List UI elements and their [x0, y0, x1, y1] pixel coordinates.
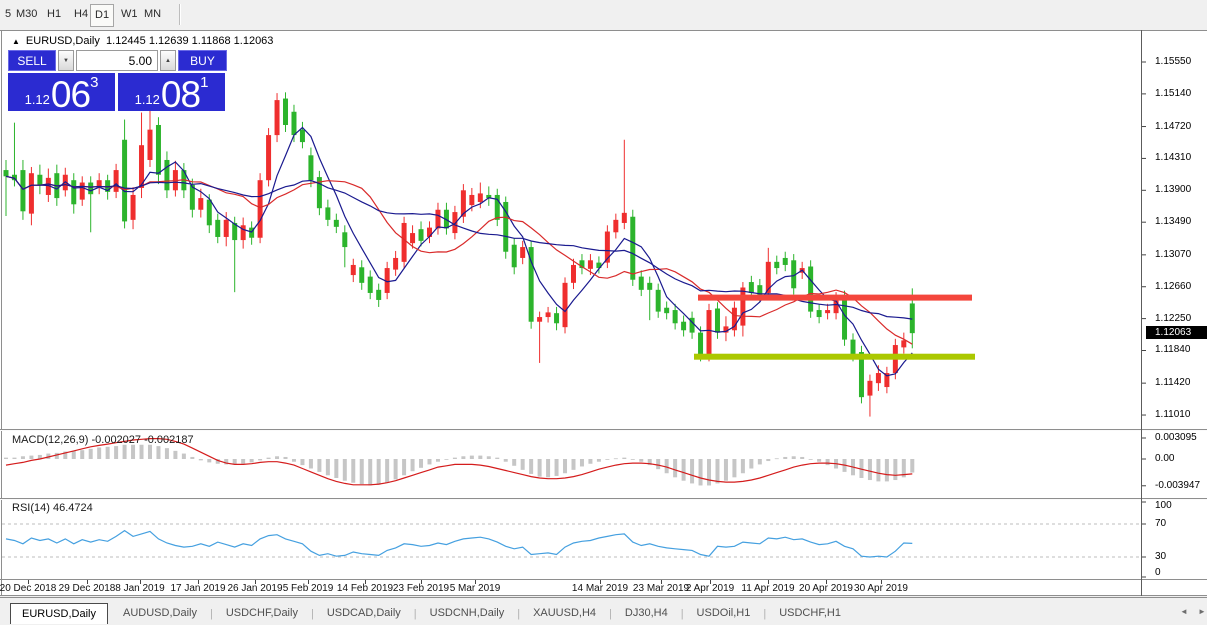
chevron-down-icon: ▼	[63, 58, 69, 64]
sell-price-big: 06	[51, 78, 90, 111]
buy-price-small: 1.12	[135, 92, 160, 107]
price-axis-label: 1.11010	[1155, 409, 1190, 420]
sell-price-small: 1.12	[25, 92, 50, 107]
one-click-trading-panel: SELL ▼ ▲ BUY 1.12063 1.12081	[8, 50, 227, 113]
price-axis-label: 1.15550	[1155, 56, 1191, 67]
date-axis-label: 23 Mar 2019	[633, 583, 689, 594]
ohlc-values: 1.12445 1.12639 1.11868 1.12063	[106, 35, 273, 47]
chart-tab-active[interactable]: EURUSD,Daily	[10, 603, 108, 624]
chart-tab-dj30-h4[interactable]: DJ30,H4	[612, 603, 681, 624]
sell-button[interactable]: SELL	[8, 50, 56, 71]
tab-scroll-left-icon[interactable]: ◄	[1180, 607, 1188, 616]
chart-tab-xauusd-h4[interactable]: XAUUSD,H4	[520, 603, 609, 624]
price-axis-label: 1.12660	[1155, 281, 1191, 292]
date-axis-label: 23 Feb 2019	[393, 583, 449, 594]
buy-price-sup: 1	[200, 74, 208, 91]
timeframe-button-M30[interactable]: M30	[13, 6, 40, 23]
chart-tabs-bar: EURUSD,Daily AUDUSD,Daily|USDCHF,Daily|U…	[0, 597, 1207, 625]
resistance-line[interactable]	[698, 295, 972, 301]
date-axis-label: 5 Feb 2019	[283, 583, 334, 594]
date-axis-label: 17 Jan 2019	[170, 583, 225, 594]
buy-button[interactable]: BUY	[178, 50, 227, 71]
date-axis-label: 11 Apr 2019	[741, 583, 794, 594]
tab-scroll-right-icon[interactable]: ►	[1198, 607, 1206, 616]
price-axis-label: 1.11420	[1155, 377, 1190, 388]
date-axis-label: 2 Apr 2019	[686, 583, 734, 594]
price-axis-label: 1.12250	[1155, 313, 1191, 324]
chevron-up-icon: ▲	[165, 58, 171, 64]
price-axis-label: 1.13490	[1155, 216, 1191, 227]
chart-canvas[interactable]	[0, 30, 1207, 596]
chart-tab-audusd-daily[interactable]: AUDUSD,Daily	[110, 603, 210, 624]
chart-tab-usdcad-daily[interactable]: USDCAD,Daily	[314, 603, 414, 624]
rsi-label: RSI(14) 46.4724	[12, 502, 93, 514]
volume-increase-button[interactable]: ▲	[160, 50, 176, 71]
date-axis-label: 26 Jan 2019	[227, 583, 282, 594]
timeframe-button-W1[interactable]: W1	[118, 6, 141, 23]
sell-price-box[interactable]: 1.12063	[8, 73, 115, 111]
date-axis-label: 8 Jan 2019	[115, 583, 165, 594]
chart-tabs-inactive: AUDUSD,Daily|USDCHF,Daily|USDCAD,Daily|U…	[110, 603, 854, 624]
chart-window: ▲ EURUSD,Daily 1.12445 1.12639 1.11868 1.…	[0, 30, 1207, 596]
rsi-axis-label: 30	[1155, 551, 1166, 562]
rsi-axis-label: 100	[1155, 500, 1172, 511]
date-axis-label: 20 Apr 2019	[799, 583, 853, 594]
macd-axis-label: -0.003947	[1155, 480, 1200, 491]
sell-price-sup: 3	[90, 74, 98, 91]
macd-axis-label: 0.00	[1155, 453, 1174, 464]
chart-tab-usdcnh-daily[interactable]: USDCNH,Daily	[417, 603, 518, 624]
chart-tab-usdchf-h1[interactable]: USDCHF,H1	[766, 603, 854, 624]
volume-input[interactable]	[76, 50, 158, 71]
macd-axis-label: 0.003095	[1155, 432, 1197, 443]
timeframe-button-MN[interactable]: MN	[141, 6, 164, 23]
timeframe-toolbar: 5M30H1H4D1W1MN	[0, 0, 1207, 29]
date-axis-label: 29 Dec 2018	[59, 583, 116, 594]
timeframe-button-H1[interactable]: H1	[44, 6, 64, 23]
price-axis-label: 1.14310	[1155, 152, 1191, 163]
price-axis-label: 1.14720	[1155, 121, 1191, 132]
current-price-tag: 1.12063	[1146, 326, 1207, 339]
support-line[interactable]	[694, 354, 975, 360]
chart-symbol-title: ▲ EURUSD,Daily 1.12445 1.12639 1.11868 1.…	[12, 35, 273, 47]
collapse-panel-icon[interactable]: ▲	[12, 37, 20, 46]
symbol-period-label: EURUSD,Daily	[26, 35, 100, 47]
timeframe-button-D1[interactable]: D1	[90, 4, 114, 27]
buy-price-box[interactable]: 1.12081	[118, 73, 225, 111]
rsi-axis-label: 70	[1155, 518, 1166, 529]
date-axis-label: 14 Mar 2019	[572, 583, 628, 594]
price-axis-label: 1.11840	[1155, 344, 1190, 355]
timeframe-button-H4[interactable]: H4	[71, 6, 91, 23]
toolbar-separator	[179, 4, 181, 25]
price-axis-label: 1.13900	[1155, 184, 1191, 195]
rsi-axis-label: 0	[1155, 567, 1161, 578]
buy-price-big: 08	[161, 78, 200, 111]
chart-tab-usdchf-daily[interactable]: USDCHF,Daily	[213, 603, 311, 624]
date-axis-label: 5 Mar 2019	[450, 583, 501, 594]
date-axis-label: 30 Apr 2019	[854, 583, 908, 594]
price-axis-label: 1.15140	[1155, 88, 1191, 99]
date-axis-label: 14 Feb 2019	[337, 583, 393, 594]
macd-label: MACD(12,26,9) -0.002027 -0.002187	[12, 434, 194, 446]
price-axis-label: 1.13070	[1155, 249, 1191, 260]
volume-decrease-button[interactable]: ▼	[58, 50, 74, 71]
chart-tab-usdoil-h1[interactable]: USDOil,H1	[684, 603, 764, 624]
date-axis-label: 20 Dec 2018	[0, 583, 56, 594]
